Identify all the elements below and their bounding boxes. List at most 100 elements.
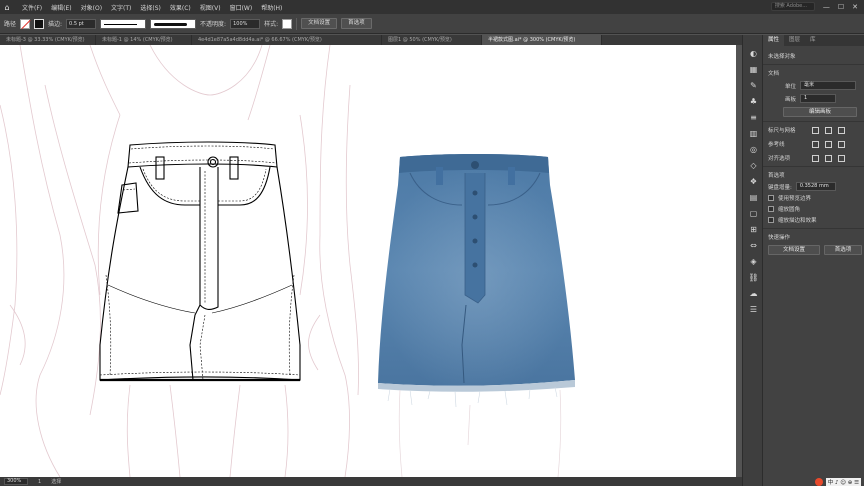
menu-window[interactable]: 窗口(W) <box>230 3 253 12</box>
keyboard-increment-label: 键盘增量: <box>768 184 792 191</box>
no-selection-label: 未选择对象 <box>768 54 796 60</box>
show-guides-icon[interactable] <box>812 140 819 148</box>
tab-document[interactable]: 未标题-3 @ 33.33% (CMYK/预览) <box>0 35 96 45</box>
keyboard-increment-field[interactable]: 0.3528 mm <box>795 182 836 191</box>
color-icon[interactable]: ◐ <box>743 45 764 61</box>
symbol-icon[interactable]: ♣ <box>743 93 764 109</box>
ime-logo-icon[interactable] <box>814 478 823 486</box>
stroke-weight-label: 描边: <box>48 21 63 28</box>
document-section-title: 文档 <box>768 71 780 77</box>
ime-toolbar-text[interactable]: 中 ♪ ☺ ⊕ ☰ <box>825 478 861 486</box>
keyboard-increment-row: 键盘增量: 0.3528 mm <box>763 182 864 191</box>
snap-point-icon[interactable] <box>812 154 819 162</box>
tab-document-active[interactable]: 半裙款式图.ai* @ 300% (CMYK/预览) <box>482 35 602 45</box>
edit-artboard-button[interactable]: 编辑画板 <box>783 107 857 117</box>
current-tool-label: 选择 <box>51 479 62 485</box>
menu-view[interactable]: 视图(V) <box>200 3 221 12</box>
lock-guides-icon[interactable] <box>825 140 832 148</box>
ruler-icon[interactable] <box>812 126 819 134</box>
brush-definition[interactable] <box>150 18 197 29</box>
snap-pixel-icon[interactable] <box>825 154 832 162</box>
canvas-area[interactable] <box>0 45 742 477</box>
graphic-styles-icon[interactable]: ❖ <box>743 173 764 189</box>
menu-effect[interactable]: 效果(C) <box>170 3 191 12</box>
variable-width-profile[interactable] <box>100 18 147 29</box>
ime-toolbar: 中 ♪ ☺ ⊕ ☰ <box>814 478 861 486</box>
layers-icon[interactable]: ▤ <box>743 189 764 205</box>
graphic-style-swatch[interactable] <box>282 18 293 29</box>
tab-layers[interactable]: 图层 <box>784 35 805 46</box>
pathfinder-icon[interactable]: ◈ <box>743 253 764 269</box>
stroke-swatch[interactable] <box>34 18 45 29</box>
snap-icons <box>812 154 845 162</box>
menu-edit[interactable]: 编辑(E) <box>51 3 71 12</box>
menu-select[interactable]: 选择(S) <box>140 3 161 12</box>
scale-strokes-label: 缩放描边和效果 <box>778 218 817 224</box>
close-icon[interactable]: ✕ <box>852 3 858 11</box>
tab-document[interactable]: 未标题-1 @ 14% (CMYK/预览) <box>96 35 192 45</box>
scale-strokes-row: 缩放描边和效果 <box>763 216 864 224</box>
links-icon[interactable]: ⛓ <box>743 269 764 285</box>
search-field[interactable]: 搜索 Adobe... <box>770 2 815 11</box>
stroke-icon[interactable]: ≡ <box>743 109 764 125</box>
pixel-grid-icon[interactable] <box>838 126 845 134</box>
menu-file[interactable]: 文件(F) <box>22 3 42 12</box>
opacity-label: 不透明度: <box>200 21 227 28</box>
menu-help[interactable]: 帮助(H) <box>261 3 282 12</box>
guides-row: 参考线 <box>763 140 864 148</box>
scale-strokes-checkbox[interactable] <box>768 217 774 223</box>
document-tabs: 未标题-3 @ 33.33% (CMYK/预览) 未标题-1 @ 14% (CM… <box>0 35 742 45</box>
artboard-select[interactable]: 1 <box>800 94 837 103</box>
properties-panel: 属性 图层 库 未选择对象 文档 单位 毫米 画板 1 编辑画板 标尺与网格 参… <box>763 35 864 486</box>
libraries-icon[interactable]: ☁ <box>743 285 764 301</box>
menu-object[interactable]: 对象(O) <box>81 3 102 12</box>
swatches-icon[interactable]: ▦ <box>743 61 764 77</box>
units-label: 单位 <box>785 83 797 90</box>
artboards-icon[interactable]: ▢ <box>743 205 764 221</box>
gradient-icon[interactable]: ▥ <box>743 125 764 141</box>
scale-corners-label: 缩放圆角 <box>778 207 801 213</box>
illustrator-window: ⌂ 文件(F) 编辑(E) 对象(O) 文字(T) 选择(S) 效果(C) 视图… <box>0 0 864 486</box>
status-bar: 300% 1 选择 <box>0 477 742 486</box>
brush-icon[interactable]: ✎ <box>743 77 764 93</box>
selection-type-label: 路径 <box>4 21 17 28</box>
opacity-field[interactable]: 100% <box>230 18 261 29</box>
minimize-icon[interactable]: — <box>823 3 830 11</box>
ruler-grid-label: 标尺与网格 <box>768 128 796 134</box>
document-setup-button[interactable]: 文档设置 <box>301 18 338 29</box>
units-row: 单位 毫米 <box>763 81 864 90</box>
ruler-grid-icons <box>812 126 845 134</box>
preferences-section-title: 首选项 <box>768 173 785 179</box>
document-setup-button[interactable]: 文档设置 <box>768 245 820 255</box>
units-select[interactable]: 毫米 <box>800 81 857 90</box>
artwork[interactable] <box>0 45 736 477</box>
home-icon[interactable]: ⌂ <box>0 0 14 14</box>
tab-document[interactable]: 图层1 @ 50% (CMYK/预览) <box>382 35 482 45</box>
align-icon[interactable]: ⊞ <box>743 221 764 237</box>
stroke-weight-field[interactable]: 0.5 pt <box>66 18 97 29</box>
grid-icon[interactable] <box>825 126 832 134</box>
properties-icon[interactable]: ☰ <box>743 301 764 317</box>
preferences-button[interactable]: 首选项 <box>341 18 372 29</box>
tab-document[interactable]: 4e4d1e87a5a4d8dd4a.ai* @ 66.67% (CMYK/预览… <box>192 35 382 45</box>
style-label: 样式: <box>264 21 279 28</box>
snap-glyph-icon[interactable] <box>838 154 845 162</box>
artboard-number[interactable]: 1 <box>38 479 41 485</box>
transform-icon[interactable]: ⇔ <box>743 237 764 253</box>
transparency-icon[interactable]: ◎ <box>743 141 764 157</box>
zoom-field[interactable]: 300% <box>4 478 28 485</box>
menu-type[interactable]: 文字(T) <box>111 3 131 12</box>
preview-bounds-row: 使用预览边界 <box>763 194 864 202</box>
smart-guides-icon[interactable] <box>838 140 845 148</box>
tab-libraries[interactable]: 库 <box>805 35 821 46</box>
fill-swatch[interactable] <box>20 18 31 29</box>
maximize-icon[interactable]: ☐ <box>838 3 844 11</box>
artboard[interactable] <box>0 45 736 477</box>
scale-corners-checkbox[interactable] <box>768 206 774 212</box>
divider <box>763 64 864 65</box>
preferences-button[interactable]: 首选项 <box>824 245 862 255</box>
appearance-icon[interactable]: ◇ <box>743 157 764 173</box>
tab-properties[interactable]: 属性 <box>763 35 785 46</box>
preview-bounds-checkbox[interactable] <box>768 195 774 201</box>
quick-actions-title: 快速操作 <box>768 235 791 241</box>
